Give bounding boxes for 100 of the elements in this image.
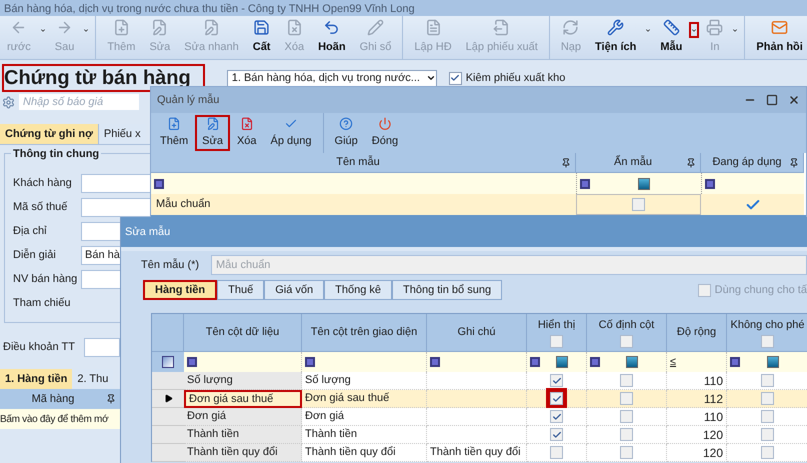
maximize-icon[interactable] — [766, 94, 778, 106]
filter-cell[interactable] — [302, 352, 427, 372]
field-label: NV bán hàng — [12, 272, 78, 287]
checkbox-label: Dùng chung cho tấ — [714, 282, 807, 298]
file-output-icon — [493, 19, 510, 36]
tab[interactable]: Thống kê — [324, 280, 392, 300]
column-header[interactable]: Độ rộng — [667, 314, 727, 352]
table-cell: Thành tiền quy đổi — [302, 444, 427, 462]
toolbar-button[interactable]: Đóng — [364, 115, 406, 151]
checkbox[interactable] — [761, 428, 774, 441]
pencil-icon — [366, 19, 384, 36]
tab[interactable]: Chứng từ ghi nợ — [0, 124, 98, 144]
column-header[interactable]: Cố định cột — [587, 314, 667, 352]
toolbar-button[interactable]: Giúp — [328, 115, 365, 151]
help-icon — [338, 117, 354, 130]
toolbar-button[interactable]: Áp dụng — [264, 115, 319, 151]
checkbox[interactable] — [550, 446, 563, 459]
field-label: Mã số thuế — [12, 200, 68, 215]
file-pen-icon — [203, 19, 220, 36]
filter-cell[interactable] — [427, 352, 527, 372]
table-cell: 110 — [667, 372, 727, 390]
checkbox[interactable] — [620, 410, 633, 423]
checkbox[interactable] — [761, 335, 774, 348]
checkbox[interactable] — [698, 284, 711, 296]
tab[interactable]: Hàng tiền — [143, 280, 218, 300]
filter-cell[interactable] — [184, 352, 302, 372]
filter-value-icon[interactable] — [638, 178, 650, 190]
filter-operator-icon[interactable] — [705, 178, 715, 188]
input-field[interactable] — [84, 338, 120, 356]
filter-cell[interactable] — [576, 173, 701, 194]
column-header[interactable]: Tên cột trên giao diện — [302, 314, 427, 352]
column-header[interactable]: Không cho phé — [727, 314, 807, 352]
pin-icon — [686, 158, 696, 168]
column-header[interactable]: Tên mẫu — [151, 153, 576, 173]
filter-cell[interactable]: ≤ — [667, 352, 727, 372]
quote-number-field[interactable]: Nhập số báo giá — [19, 94, 139, 110]
toolbar-button[interactable]: Tiện ích — [588, 16, 644, 59]
filter-cell[interactable] — [587, 352, 667, 372]
type-select[interactable]: 1. Bán hàng hóa, dịch vụ trong nước... — [226, 70, 437, 86]
table-cell: Đơn giá — [184, 408, 302, 426]
column-header[interactable]: Ẩn mẫu — [576, 153, 701, 173]
column-header[interactable]: Hiển thị — [527, 314, 587, 352]
checkbox[interactable] — [620, 374, 633, 387]
table-cell: Thành tiền quy đổi — [184, 444, 302, 462]
window-title: Bán hàng hóa, dịch vụ trong nước chưa thu tiền - Công ty TNHH Open99 Vĩnh Long — [4, 2, 415, 16]
table-cell: Đơn giá sau thuế — [184, 390, 302, 408]
row-pointer-icon — [164, 394, 172, 403]
filter-value-icon[interactable] — [556, 356, 568, 368]
table-cell[interactable]: Mẫu chuẩn — [151, 194, 576, 215]
checkbox[interactable] — [761, 392, 774, 405]
new-row-hint[interactable]: Bấm vào đây để thêm mớ — [0, 409, 120, 429]
checkbox[interactable] — [620, 446, 633, 459]
checkbox[interactable] — [620, 392, 633, 405]
checkbox[interactable] — [550, 428, 563, 441]
filter-value-icon[interactable] — [626, 356, 638, 368]
group-title: Thông tin chung — [11, 146, 102, 162]
toolbar-button[interactable]: Mẫu — [653, 16, 690, 59]
column-header[interactable]: Tên cột dữ liệu — [184, 314, 302, 352]
filter-operator[interactable]: ≤ — [670, 354, 676, 370]
filter-cell[interactable] — [151, 173, 576, 194]
field-label: Điều khoản TT — [2, 340, 76, 355]
row-header[interactable] — [152, 390, 184, 408]
checkbox[interactable] — [632, 198, 645, 211]
table-cell: Số lượng — [184, 372, 302, 390]
close-icon[interactable] — [788, 94, 800, 106]
filter-cell[interactable] — [701, 173, 804, 194]
toolbar-button[interactable]: Hoãn — [311, 16, 353, 59]
filter-operator-icon[interactable] — [154, 178, 164, 188]
checkbox[interactable] — [620, 428, 633, 441]
column-header[interactable]: Ghi chú — [427, 314, 527, 352]
filter-cell[interactable] — [727, 352, 807, 372]
filter-operator-icon[interactable] — [580, 178, 590, 188]
tab[interactable]: Giá vốn — [264, 280, 324, 300]
checkbox[interactable] — [761, 410, 774, 423]
checkbox[interactable] — [761, 374, 774, 387]
column-header[interactable]: Đang áp dụng — [701, 153, 804, 173]
filter-value-icon[interactable] — [766, 356, 778, 368]
tab[interactable]: Thông tin bổ sung — [392, 280, 502, 300]
column-header: Mã hàng — [0, 389, 120, 409]
checkbox[interactable] — [448, 72, 462, 84]
checkbox[interactable] — [550, 410, 563, 423]
toolbar-button[interactable]: Thêm — [153, 115, 196, 151]
toolbar-button[interactable]: Phản hồi — [749, 16, 807, 59]
input-field[interactable] — [81, 174, 151, 192]
checkbox-label: Kiêm phiếu xuất kho — [466, 70, 566, 86]
checkbox[interactable] — [550, 335, 563, 348]
toolbar-button[interactable]: Cất — [246, 16, 278, 59]
document-icon — [424, 19, 442, 36]
filter-cell[interactable] — [527, 352, 587, 372]
checkbox[interactable] — [761, 446, 774, 459]
save-icon — [253, 19, 270, 36]
input-field[interactable] — [81, 198, 151, 216]
checkbox[interactable] — [620, 335, 633, 348]
tab[interactable]: Thuế — [217, 280, 264, 300]
checkbox[interactable] — [550, 374, 563, 387]
filter-clear-icon[interactable] — [162, 356, 174, 368]
toolbar-button[interactable]: Xóa — [230, 115, 264, 151]
pin-icon — [106, 394, 116, 404]
tab[interactable]: 1. Hàng tiền — [0, 369, 72, 389]
toolbar-button[interactable]: Sửa — [195, 115, 230, 151]
